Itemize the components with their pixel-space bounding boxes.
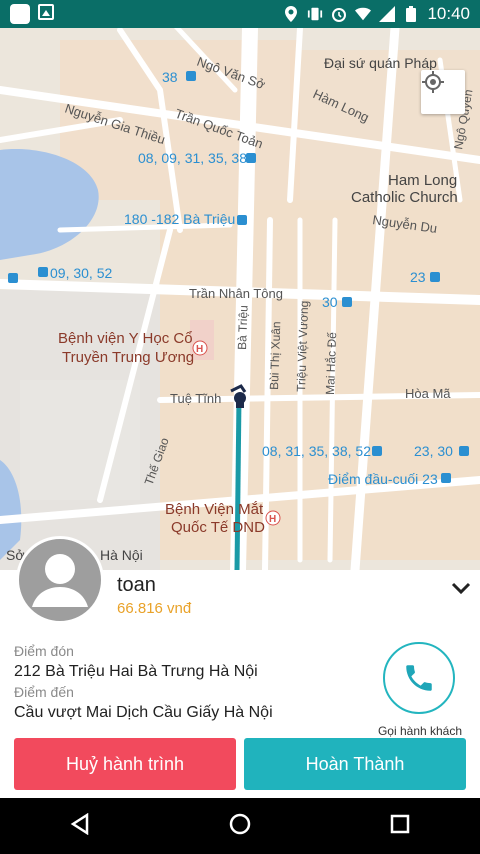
map-label: 23 [410, 269, 426, 285]
map-label: 38 [162, 69, 178, 85]
status-bar: 10:40 [0, 0, 480, 28]
map-label: 08, 31, 35, 38, 52 [262, 443, 371, 459]
map-label: Bùi Thị Xuân [267, 321, 283, 390]
chevron-down-icon [451, 582, 471, 595]
driver-name: toan [117, 574, 156, 596]
signal-icon [379, 6, 396, 22]
wifi-icon [355, 6, 372, 22]
map-label: Truyền Trung Ương [62, 349, 194, 366]
map-label: Quốc Tế DND [171, 519, 265, 536]
map-label: 08, 09, 31, 35, 38 [138, 150, 247, 166]
map-label: Điểm đầu-cuối 23 [328, 471, 438, 487]
vibrate-icon [307, 6, 323, 22]
my-location-button[interactable] [421, 70, 465, 114]
recents-icon [391, 814, 410, 833]
back-button[interactable] [69, 812, 91, 840]
map-label: 30 [322, 294, 338, 310]
call-passenger-label: Gọi hành khách [377, 724, 463, 738]
map-label: Bệnh viện Y Học Cổ [58, 330, 193, 347]
call-passenger-button[interactable] [383, 642, 455, 714]
location-icon [283, 6, 299, 22]
map-label: 23, 30 [414, 443, 453, 459]
crosshair-icon [422, 71, 444, 93]
pickup-address: 212 Bà Triệu Hai Bà Trưng Hà Nội [14, 663, 258, 680]
map-label: Bà Triệu [235, 305, 251, 350]
map-label: 09, 30, 52 [50, 265, 112, 281]
map-label: Mai Hắc Đế [322, 332, 339, 395]
map-label: Hà Nội [100, 547, 143, 563]
back-icon [70, 812, 88, 835]
clock: 10:40 [427, 4, 470, 23]
map-label: Hòa Mã [405, 386, 451, 401]
map-view[interactable]: Đại sứ quán Pháp Ngô Văn Sở 38 Hàm Long … [0, 28, 480, 570]
dropoff-address: Cầu vượt Mai Dịch Cầu Giấy Hà Nội [14, 704, 273, 721]
system-nav-bar [0, 798, 480, 854]
image-notification-icon [38, 4, 54, 20]
pickup-label: Điểm đón [14, 643, 74, 659]
app-notification-icon [10, 4, 30, 24]
avatar [16, 536, 104, 624]
collapse-button[interactable] [449, 576, 473, 600]
home-icon [229, 813, 251, 834]
map-label: Tuệ Tĩnh [170, 391, 221, 406]
map-label: 180 -182 Bà Triệu [124, 211, 235, 227]
map-label: Catholic Church [351, 189, 458, 206]
alarm-icon [331, 6, 347, 22]
map-label: Bệnh Viện Mắt [165, 501, 264, 518]
home-button[interactable] [228, 812, 252, 841]
map-label: Ham Long [388, 172, 457, 189]
map-canvas: Đại sứ quán Pháp Ngô Văn Sở 38 Hàm Long … [0, 28, 480, 570]
phone-icon [406, 665, 432, 691]
dropoff-label: Điểm đến [14, 684, 74, 700]
svg-text:H: H [269, 514, 276, 525]
complete-trip-button[interactable]: Hoàn Thành [244, 738, 466, 790]
map-label: Đại sứ quán Pháp [324, 55, 437, 71]
map-label: Trần Nhân Tông [189, 286, 283, 301]
svg-text:H: H [196, 344, 203, 355]
recents-button[interactable] [389, 813, 411, 840]
battery-icon [403, 6, 419, 22]
person-icon [32, 554, 88, 607]
cancel-trip-button[interactable]: Huỷ hành trình [14, 738, 236, 790]
fare-amount: 66.816 vnđ [117, 600, 192, 617]
